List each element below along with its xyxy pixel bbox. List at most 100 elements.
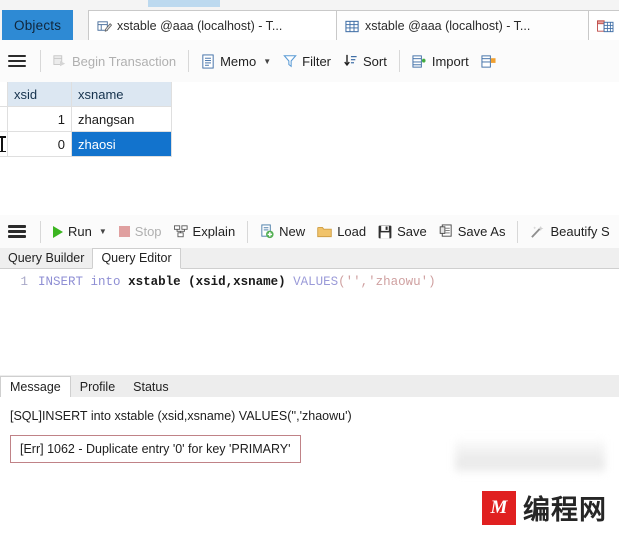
- query-toolbar: Run ▼ Stop Explain New Load Save Save As…: [0, 215, 619, 248]
- grid-cell-xsname[interactable]: zhangsan: [72, 107, 172, 132]
- import-button[interactable]: Import: [406, 51, 475, 72]
- stop-label: Stop: [134, 224, 162, 239]
- sql-keyword-into: into: [90, 275, 121, 289]
- toolbar-divider: [40, 220, 41, 243]
- explain-label: Explain: [192, 224, 236, 239]
- chevron-down-icon[interactable]: ▼: [263, 57, 271, 66]
- hamburger-icon-bar: [8, 235, 26, 238]
- watermark: M 编程网: [482, 488, 607, 527]
- hamburger-icon-bar: [8, 230, 26, 233]
- sort-label: Sort: [363, 53, 387, 69]
- begin-transaction-label: Begin Transaction: [72, 53, 177, 69]
- save-label: Save: [397, 224, 427, 239]
- message-sql-echo: [SQL]INSERT into xstable (xsid,xsname) V…: [10, 409, 352, 423]
- export-button[interactable]: [475, 51, 502, 72]
- tab-query-xstable-label: xstable @aaa (localhost) - T...: [117, 19, 283, 33]
- table-row[interactable]: 0 zhaosi: [0, 132, 619, 157]
- tab-query-editor[interactable]: Query Editor: [92, 248, 181, 269]
- table-grid-icon: [345, 19, 360, 34]
- export-icon: [481, 54, 496, 69]
- memo-icon: [201, 53, 215, 69]
- table-design-icon: [597, 19, 614, 34]
- tab-table-xstable-label: xstable @aaa (localhost) - T...: [365, 19, 531, 33]
- grid-row-header-corner: [0, 82, 8, 107]
- tab-table-design[interactable]: [588, 10, 619, 41]
- tab-profile[interactable]: Profile: [71, 377, 124, 397]
- grid-column-header-xsname[interactable]: xsname: [72, 82, 172, 107]
- tab-objects-label: Objects: [14, 17, 62, 33]
- tab-objects[interactable]: Objects: [2, 10, 74, 40]
- transaction-icon: [53, 54, 67, 68]
- navicat-window: Objects xstable @aaa (localhost) - T...: [0, 0, 619, 539]
- run-button[interactable]: Run ▼: [47, 221, 113, 242]
- tab-query-builder[interactable]: Query Builder: [0, 249, 92, 268]
- import-icon: [412, 54, 427, 69]
- hamburger-icon-bar: [8, 59, 26, 63]
- toolbar-divider: [247, 220, 249, 243]
- toolbar-divider: [398, 50, 400, 72]
- sql-table-name: xstable: [128, 275, 181, 289]
- save-button[interactable]: Save: [372, 221, 433, 242]
- sql-value-args: ('','zhaowu'): [338, 275, 436, 289]
- tab-status[interactable]: Status: [124, 377, 177, 397]
- sql-keyword-values: VALUES: [293, 275, 339, 289]
- sql-keyword-insert: INSERT: [38, 275, 84, 289]
- filter-icon: [283, 54, 297, 68]
- sql-line: 1 INSERT into xstable (xsid,xsname) VALU…: [0, 269, 619, 289]
- save-as-button[interactable]: Save As: [433, 221, 512, 242]
- toolbar-divider: [40, 50, 41, 72]
- hamburger-icon-bar: [8, 54, 26, 58]
- play-icon: [53, 225, 63, 238]
- tab-message[interactable]: Message: [0, 376, 71, 398]
- load-label: Load: [337, 224, 367, 239]
- sort-button[interactable]: Sort: [337, 51, 393, 72]
- filter-button[interactable]: Filter: [277, 51, 337, 72]
- save-as-label: Save As: [457, 224, 506, 239]
- new-label: New: [279, 224, 306, 239]
- new-icon: [260, 224, 274, 239]
- load-button[interactable]: Load: [311, 221, 372, 242]
- stop-button[interactable]: Stop: [113, 221, 168, 242]
- tab-strip-accent: [148, 0, 220, 7]
- grid-menu-button[interactable]: [0, 52, 34, 70]
- memo-button[interactable]: Memo ▼: [195, 51, 277, 72]
- import-label: Import: [431, 53, 469, 69]
- explain-icon: [173, 225, 188, 238]
- folder-icon: [317, 225, 332, 238]
- beautify-sql-button[interactable]: Beautify S: [524, 221, 615, 242]
- grid-row-header[interactable]: [0, 107, 8, 132]
- explain-button[interactable]: Explain: [168, 221, 242, 242]
- toolbar-divider: [188, 50, 190, 72]
- toolbar-divider: [517, 220, 519, 243]
- begin-transaction-button[interactable]: Begin Transaction: [47, 51, 182, 72]
- beautify-label: Beautify S: [550, 224, 610, 239]
- tab-table-xstable[interactable]: xstable @aaa (localhost) - T...: [336, 10, 604, 41]
- query-menu-button[interactable]: [0, 223, 34, 241]
- grid-cell-xsid[interactable]: 1: [8, 107, 72, 132]
- sql-editor[interactable]: 1 INSERT into xstable (xsid,xsname) VALU…: [0, 269, 619, 369]
- grid-row-header[interactable]: [0, 132, 8, 157]
- filter-label: Filter: [302, 53, 332, 69]
- tab-query-xstable[interactable]: xstable @aaa (localhost) - T...: [88, 10, 352, 41]
- save-disk-icon: [378, 225, 392, 239]
- hamburger-icon-bar: [8, 64, 26, 68]
- sort-icon: [343, 54, 358, 68]
- grid-cell-xsid[interactable]: 0: [8, 132, 72, 157]
- save-as-icon: [439, 224, 453, 239]
- grid-toolbar: Begin Transaction Memo ▼ Filter Sort Imp…: [0, 40, 619, 83]
- query-tab-bar: Query Builder Query Editor: [0, 248, 619, 269]
- table-row[interactable]: 1 zhangsan: [0, 107, 619, 132]
- stop-icon: [118, 226, 130, 237]
- text-cursor-icon: [0, 136, 5, 152]
- grid-cell-xsname-selected[interactable]: zhaosi: [72, 132, 172, 157]
- run-label: Run: [68, 224, 92, 239]
- data-grid[interactable]: xsid xsname 1 zhangsan 0 zhaosi: [0, 82, 619, 172]
- window-tab-strip: Objects xstable @aaa (localhost) - T...: [0, 0, 619, 41]
- new-query-button[interactable]: New: [254, 221, 311, 242]
- grid-column-header-xsid[interactable]: xsid: [8, 82, 72, 107]
- chevron-down-icon[interactable]: ▼: [99, 227, 107, 236]
- watermark-logo-icon: M: [482, 490, 516, 525]
- query-pencil-icon: [97, 19, 113, 34]
- magic-wand-icon: [530, 225, 545, 239]
- grid-header-row: xsid xsname: [0, 82, 619, 107]
